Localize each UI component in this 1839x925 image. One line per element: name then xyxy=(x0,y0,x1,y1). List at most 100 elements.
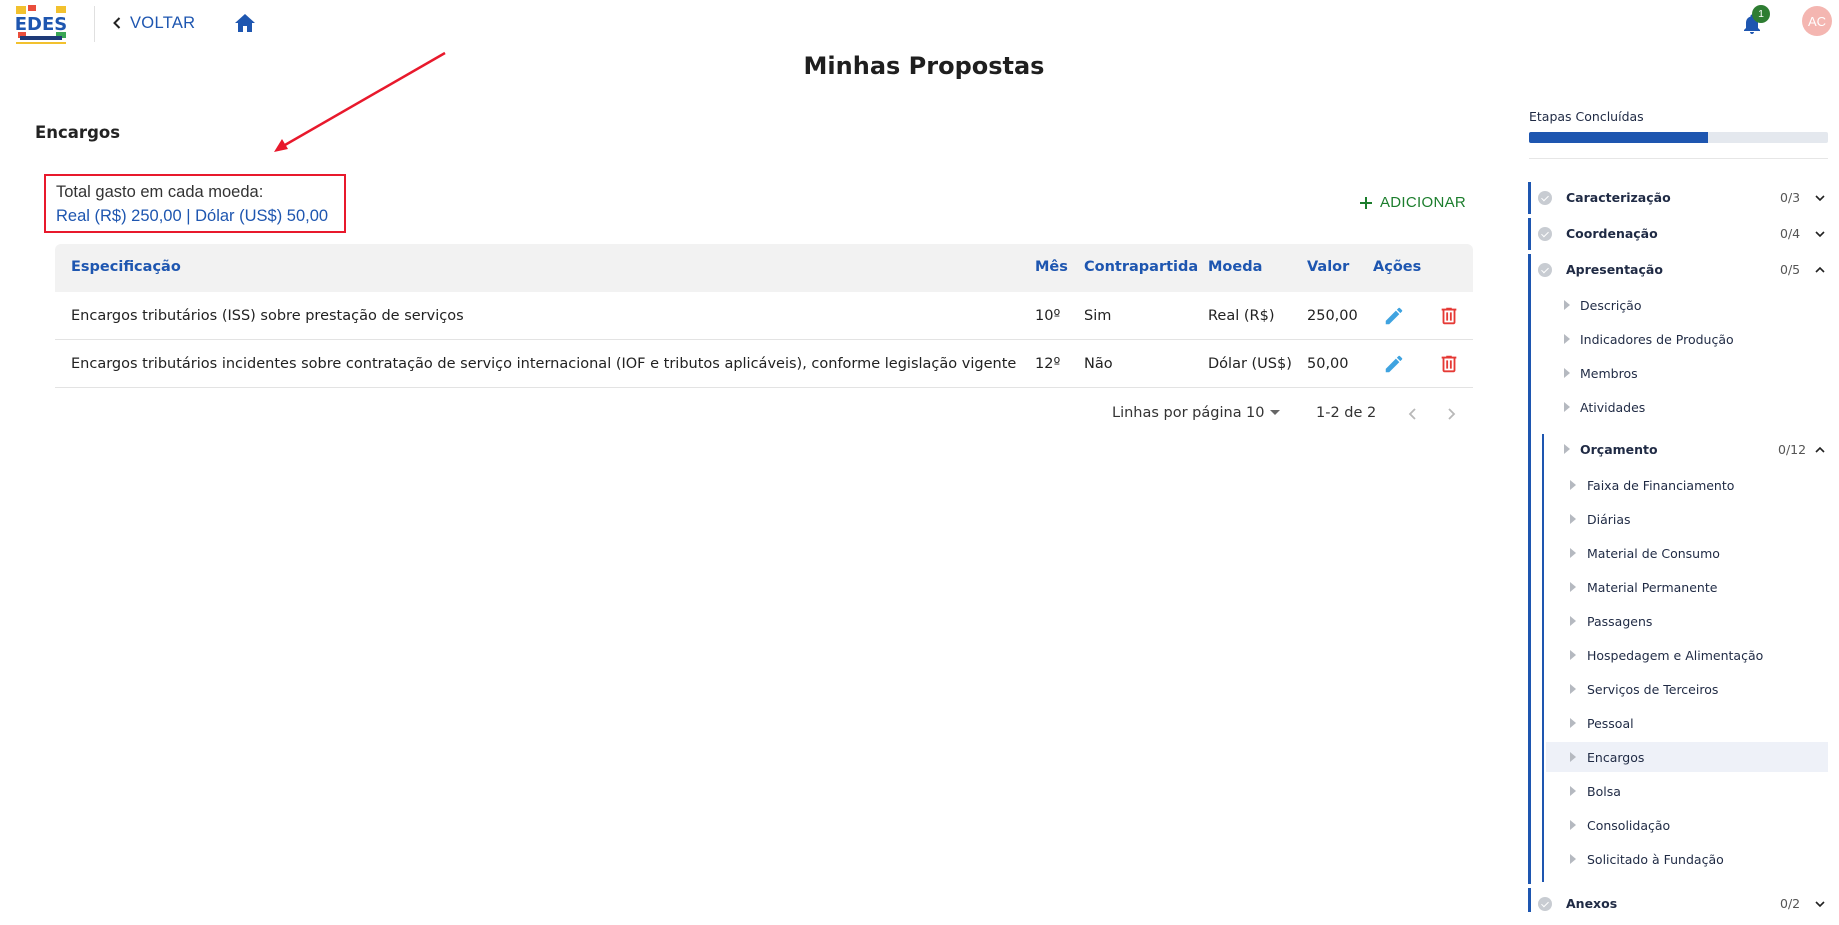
subitem-label: Pessoal xyxy=(1587,716,1634,731)
subitem-label: Indicadores de Produção xyxy=(1580,332,1734,347)
caret-right-icon xyxy=(1564,444,1570,454)
header-contrapartida[interactable]: Contrapartida xyxy=(1084,259,1198,275)
pagination-range: 1-2 de 2 xyxy=(1316,405,1377,421)
header-moeda[interactable]: Moeda xyxy=(1208,259,1262,275)
subitem-label: Atividades xyxy=(1580,400,1646,415)
caret-right-icon xyxy=(1570,650,1576,660)
subitem-solicitado[interactable]: Solicitado à Fundação xyxy=(1528,844,1828,874)
step-count: 0/4 xyxy=(1780,226,1801,241)
table-row: Encargos tributários incidentes sobre co… xyxy=(55,340,1473,388)
cell-moeda: Real (R$) xyxy=(1208,308,1275,324)
chevron-down-icon xyxy=(1815,231,1825,238)
caret-right-icon xyxy=(1570,718,1576,728)
header-especificacao[interactable]: Especificação xyxy=(71,259,181,275)
chevron-right-icon[interactable] xyxy=(1441,404,1461,424)
subitem-label: Orçamento xyxy=(1580,442,1658,457)
caret-right-icon xyxy=(1570,582,1576,592)
step-indicator xyxy=(1528,218,1531,250)
check-circle-icon xyxy=(1538,897,1552,911)
subitem-label: Material de Consumo xyxy=(1587,546,1720,561)
step-label: Coordenação xyxy=(1566,226,1658,241)
check-circle-icon xyxy=(1538,227,1552,241)
home-icon[interactable] xyxy=(233,11,257,35)
chevron-left-icon xyxy=(113,17,121,29)
edit-icon[interactable] xyxy=(1383,353,1405,375)
logo[interactable]: EDES xyxy=(12,2,70,46)
subitem-label: Consolidação xyxy=(1587,818,1671,833)
pagination: Linhas por página 10 1-2 de 2 xyxy=(0,404,1473,424)
rows-per-page-label: Linhas por página xyxy=(1112,405,1242,421)
step-count: 0/2 xyxy=(1780,896,1801,911)
caret-right-icon xyxy=(1564,334,1570,344)
step-anexos[interactable]: Anexos 0/2 xyxy=(1528,888,1828,916)
delete-icon[interactable] xyxy=(1438,305,1460,327)
svg-text:EDES: EDES xyxy=(15,14,68,35)
add-button[interactable]: ADICIONAR xyxy=(1360,194,1466,211)
step-indicator xyxy=(1528,182,1531,214)
cell-especificacao: Encargos tributários (ISS) sobre prestaç… xyxy=(71,308,464,324)
cell-contrapartida: Não xyxy=(1084,356,1113,372)
subitem-diarias[interactable]: Diárias xyxy=(1528,504,1828,534)
subitem-label: Faixa de Financiamento xyxy=(1587,478,1735,493)
subitem-encargos[interactable]: Encargos xyxy=(1546,742,1828,772)
subitem-faixa[interactable]: Faixa de Financiamento xyxy=(1528,470,1828,500)
subitem-bolsa[interactable]: Bolsa xyxy=(1528,776,1828,806)
subitem-material-consumo[interactable]: Material de Consumo xyxy=(1528,538,1828,568)
step-label: Caracterização xyxy=(1566,190,1671,205)
progress-bar xyxy=(1529,132,1828,143)
step-caracterizacao[interactable]: Caracterização 0/3 xyxy=(1528,182,1828,214)
chevron-down-icon xyxy=(1815,901,1825,908)
subitem-servicos-terceiros[interactable]: Serviços de Terceiros xyxy=(1528,674,1828,704)
edit-icon[interactable] xyxy=(1383,305,1405,327)
subitem-consolidacao[interactable]: Consolidação xyxy=(1528,810,1828,840)
cell-especificacao: Encargos tributários incidentes sobre co… xyxy=(71,356,1017,372)
subitem-label: Encargos xyxy=(1587,750,1645,765)
avatar[interactable]: AC xyxy=(1802,6,1832,36)
totals-label: Total gasto em cada moeda: xyxy=(56,183,264,201)
subitem-pessoal[interactable]: Pessoal xyxy=(1528,708,1828,738)
delete-icon[interactable] xyxy=(1438,353,1460,375)
top-bar: EDES VOLTAR 1 AC xyxy=(0,0,1839,48)
header-mes[interactable]: Mês xyxy=(1035,259,1068,275)
step-label: Apresentação xyxy=(1566,262,1663,277)
encargos-table: Especificação Mês Contrapartida Moeda Va… xyxy=(55,244,1473,388)
subitem-label: Hospedagem e Alimentação xyxy=(1587,648,1764,663)
cell-moeda: Dólar (US$) xyxy=(1208,356,1292,372)
step-count: 0/3 xyxy=(1780,190,1801,205)
caret-right-icon xyxy=(1570,684,1576,694)
rows-per-page-select[interactable]: 10 xyxy=(1246,405,1281,421)
step-indicator xyxy=(1528,888,1531,912)
back-label: VOLTAR xyxy=(130,13,196,32)
notification-badge: 1 xyxy=(1752,5,1770,23)
subitem-membros[interactable]: Membros xyxy=(1528,358,1828,388)
caret-right-icon xyxy=(1570,786,1576,796)
annotation-arrow xyxy=(274,51,446,152)
caret-right-icon xyxy=(1570,548,1576,558)
progress-label: Etapas Concluídas xyxy=(1529,109,1644,124)
cell-valor: 50,00 xyxy=(1307,356,1349,372)
header-valor[interactable]: Valor xyxy=(1307,259,1349,275)
step-coordenacao[interactable]: Coordenação 0/4 xyxy=(1528,218,1828,250)
caret-right-icon xyxy=(1570,480,1576,490)
subitem-indicadores[interactable]: Indicadores de Produção xyxy=(1528,324,1828,354)
back-button[interactable]: VOLTAR xyxy=(112,10,195,36)
subitem-orcamento[interactable]: Orçamento 0/12 xyxy=(1528,434,1828,464)
cell-mes: 12º xyxy=(1035,356,1061,372)
header-acoes: Ações xyxy=(1373,259,1422,275)
progress-fill xyxy=(1529,132,1709,143)
subitem-descricao[interactable]: Descrição xyxy=(1528,290,1828,320)
check-circle-icon xyxy=(1538,263,1552,277)
step-apresentacao[interactable]: Apresentação 0/5 xyxy=(1528,254,1828,884)
add-label: ADICIONAR xyxy=(1380,194,1467,211)
subitem-hospedagem[interactable]: Hospedagem e Alimentação xyxy=(1528,640,1828,670)
subitem-label: Material Permanente xyxy=(1587,580,1718,595)
subitem-atividades[interactable]: Atividades xyxy=(1528,392,1828,422)
chevron-up-icon xyxy=(1815,446,1825,453)
chevron-up-icon xyxy=(1815,266,1825,273)
subitem-material-permanente[interactable]: Material Permanente xyxy=(1528,572,1828,602)
chevron-down-icon xyxy=(1815,195,1825,202)
chevron-left-icon[interactable] xyxy=(1403,404,1423,424)
subitem-passagens[interactable]: Passagens xyxy=(1528,606,1828,636)
cell-valor: 250,00 xyxy=(1307,308,1358,324)
caret-right-icon xyxy=(1570,820,1576,830)
